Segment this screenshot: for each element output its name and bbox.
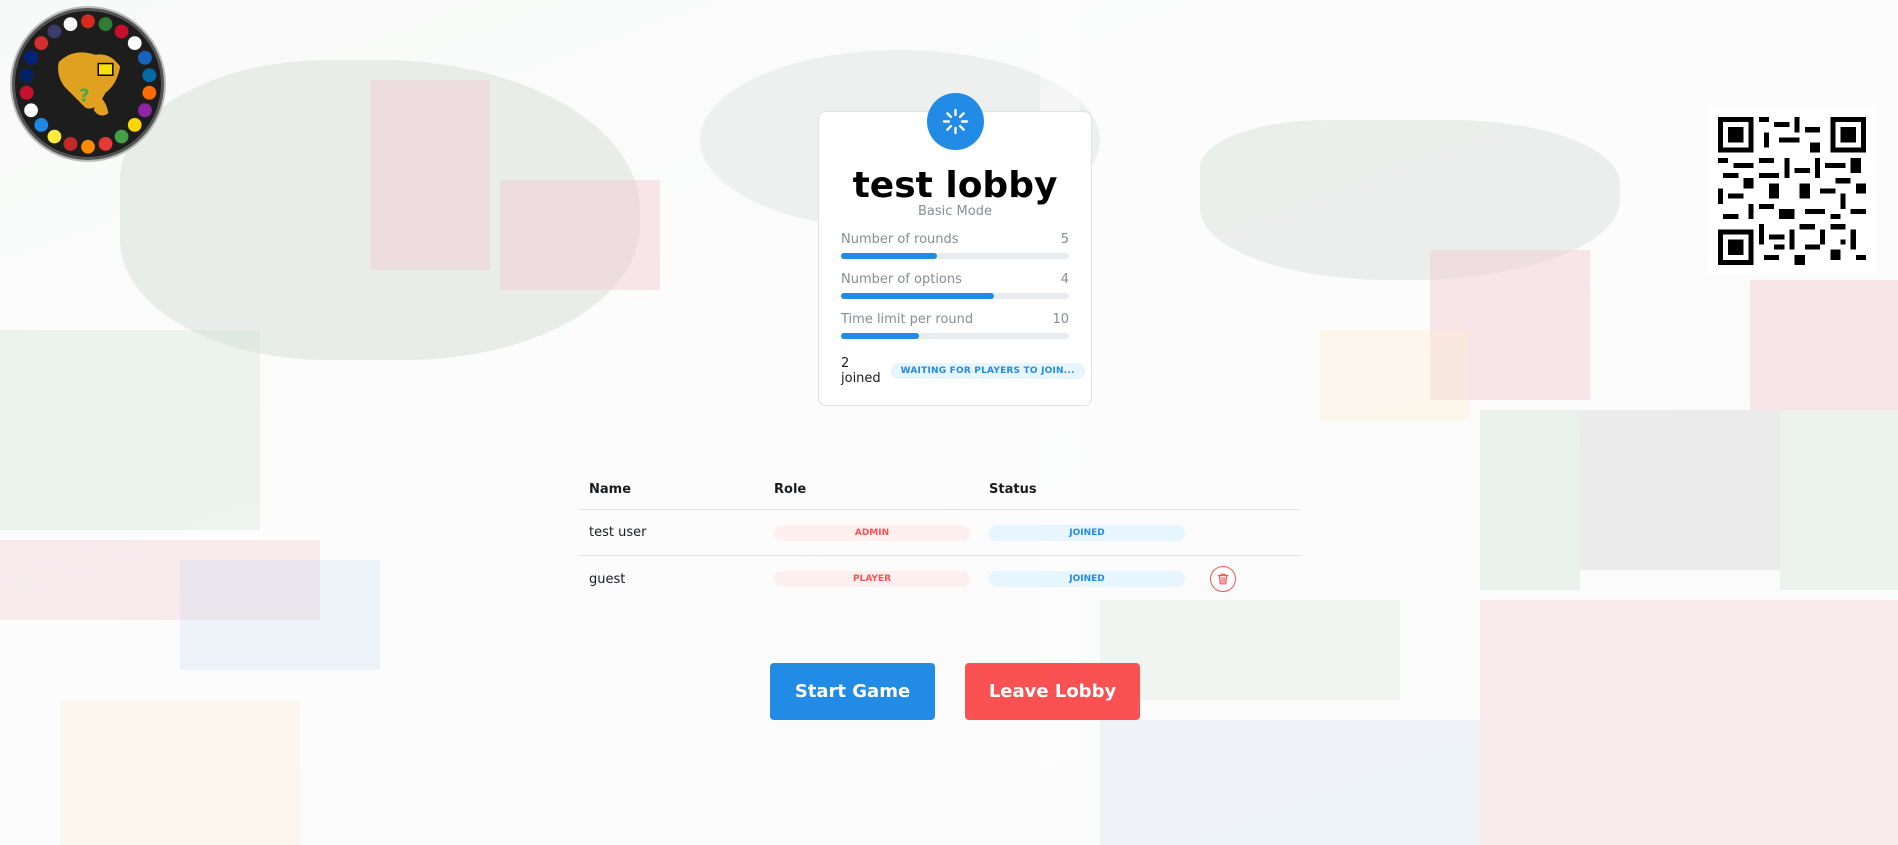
joined-count: 2 joined <box>841 356 881 386</box>
lobby-mode: Basic Mode <box>918 204 992 219</box>
stat-value: 10 <box>1052 312 1069 327</box>
column-header-role: Role <box>774 482 807 497</box>
players-table: Name Role Status test user ADMIN JOINED … <box>580 470 1300 602</box>
trash-icon <box>1217 573 1229 585</box>
start-game-button[interactable]: Start Game <box>770 663 935 720</box>
status-badge: WAITING FOR PLAYERS TO JOIN... <box>890 363 1085 379</box>
world-flags-logo: ? <box>12 8 164 160</box>
progress-fill <box>841 253 937 259</box>
progress-bar <box>841 253 1069 259</box>
stat-label: Number of rounds <box>841 232 959 247</box>
progress-fill <box>841 293 994 299</box>
joined-row: 2 joined WAITING FOR PLAYERS TO JOIN... <box>841 356 1085 386</box>
role-badge: PLAYER <box>774 571 970 587</box>
lobby-name: test lobby <box>852 165 1058 206</box>
column-header-status: Status <box>989 482 1037 497</box>
qr-code <box>1708 107 1876 275</box>
role-badge: ADMIN <box>774 524 970 541</box>
status-badge: JOINED <box>989 524 1185 541</box>
svg-text:?: ? <box>79 87 89 107</box>
table-row: test user ADMIN JOINED <box>580 510 1300 556</box>
progress-bar <box>841 293 1069 299</box>
stat-label: Time limit per round <box>841 312 974 327</box>
lobby-card: test lobby Basic Mode Number of rounds 5… <box>818 93 1092 406</box>
player-name: guest <box>589 571 626 587</box>
remove-player-button[interactable] <box>1210 566 1236 592</box>
status-badge: JOINED <box>989 571 1185 587</box>
stat-rounds: Number of rounds 5 <box>841 232 1069 259</box>
progress-bar <box>841 333 1069 339</box>
stat-label: Number of options <box>841 272 962 287</box>
table-row: guest PLAYER JOINED <box>580 556 1300 602</box>
progress-fill <box>841 333 919 339</box>
stat-time-limit: Time limit per round 10 <box>841 312 1069 339</box>
stat-value: 5 <box>1060 232 1069 247</box>
leave-lobby-button[interactable]: Leave Lobby <box>965 663 1140 720</box>
stat-value: 4 <box>1060 272 1069 287</box>
loader-icon <box>927 93 984 150</box>
column-header-name: Name <box>589 482 632 497</box>
table-header: Name Role Status <box>580 470 1300 510</box>
stat-options: Number of options 4 <box>841 272 1069 299</box>
player-name: test user <box>589 525 647 540</box>
